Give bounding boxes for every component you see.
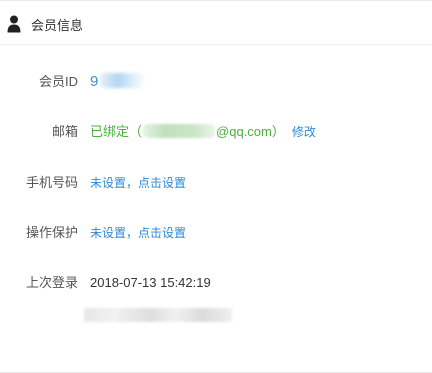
member-id-redacted bbox=[100, 73, 145, 88]
email-domain: @qq.com bbox=[216, 124, 272, 139]
phone-row: 手机号码 未设置，点击设置 bbox=[0, 173, 432, 193]
email-modify-link[interactable]: 修改 bbox=[292, 125, 316, 139]
member-id-label: 会员ID bbox=[38, 74, 78, 89]
email-row: 邮箱 已绑定（ @qq.com） 修改 bbox=[0, 122, 432, 142]
member-id-row: 会员ID 9 bbox=[0, 72, 432, 92]
member-id-value: 9 bbox=[90, 72, 145, 92]
last-login-label: 上次登录 bbox=[25, 275, 78, 290]
panel-title: 会员信息 bbox=[31, 18, 84, 33]
last-login-time: 2018-07-13 15:42:19 bbox=[90, 275, 211, 290]
protection-setup-link[interactable]: 未设置，点击设置 bbox=[90, 223, 186, 243]
user-icon bbox=[7, 15, 21, 33]
email-value: 已绑定（ @qq.com） 修改 bbox=[90, 122, 316, 142]
email-label: 邮箱 bbox=[51, 124, 78, 139]
member-id-number: 9 bbox=[90, 73, 99, 90]
email-close-paren: ） bbox=[271, 124, 285, 139]
email-status: 已绑定 bbox=[90, 124, 130, 139]
email-redacted bbox=[143, 124, 216, 138]
protection-label: 操作保护 bbox=[25, 225, 78, 240]
last-login-location-redacted bbox=[84, 308, 232, 322]
last-login-row: 上次登录 2018-07-13 15:42:19 bbox=[0, 273, 432, 293]
email-open-paren: （ bbox=[129, 124, 143, 139]
phone-setup-link[interactable]: 未设置，点击设置 bbox=[90, 173, 186, 193]
panel-header: 会员信息 bbox=[0, 1, 432, 45]
phone-label: 手机号码 bbox=[25, 175, 78, 190]
protection-row: 操作保护 未设置，点击设置 bbox=[0, 223, 432, 243]
member-info-panel: 会员信息 会员ID 9 邮箱 已绑定（ @qq.com） 修改 手机号码 未设置，点… bbox=[0, 0, 432, 373]
